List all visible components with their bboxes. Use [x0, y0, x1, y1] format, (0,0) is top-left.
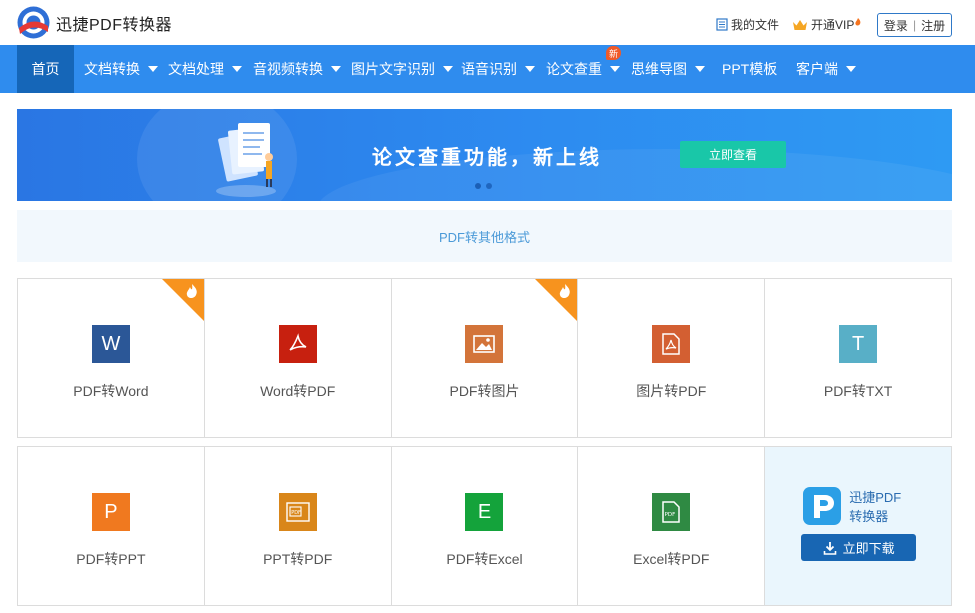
- tool-label: PPT转PDF: [263, 551, 333, 567]
- nav-ppt-template[interactable]: PPT模板: [722, 45, 777, 93]
- chevron-down-icon: [331, 66, 341, 72]
- my-files-label: 我的文件: [731, 18, 780, 32]
- tool-card-excel-to-pdf[interactable]: PDF Excel转PDF: [578, 447, 766, 605]
- download-app-card: 迅捷PDF 转换器 立即下载: [765, 447, 951, 605]
- register-link[interactable]: 注册: [921, 17, 945, 34]
- hot-corner-icon: [535, 279, 578, 321]
- nav-doc-convert-label: 文档转换: [84, 61, 140, 77]
- chevron-down-icon: [846, 66, 856, 72]
- nav-mindmap-label: 思维导图: [631, 61, 687, 77]
- app-p-logo-icon: [803, 487, 842, 525]
- nav-ocr-label: 图片文字识别: [351, 61, 435, 77]
- vip-label: 开通VIP: [811, 18, 855, 32]
- text-icon: T: [839, 325, 878, 363]
- chevron-down-icon: [525, 66, 535, 72]
- document-icon: [716, 18, 728, 31]
- auth-separator: |: [912, 18, 917, 32]
- svg-text:PDF: PDF: [291, 510, 301, 516]
- tool-label: PDF转图片: [449, 383, 520, 399]
- nav-plagiarism-label: 论文查重: [546, 61, 602, 77]
- documents-illustration-icon: [216, 123, 276, 197]
- svg-text:PDF: PDF: [665, 512, 676, 518]
- section-title: PDF转其他格式: [438, 229, 530, 245]
- nav-home[interactable]: 首页: [17, 45, 74, 93]
- top-header: 迅捷PDF转换器 我的文件 开通VIP 登录 | 注册: [0, 0, 975, 45]
- chevron-down-icon: [610, 66, 620, 72]
- tool-label: PDF转Excel: [446, 551, 523, 567]
- tool-card-pdf-to-ppt[interactable]: P PDF转PPT: [18, 447, 205, 605]
- tool-card-pdf-to-image[interactable]: PDF转图片: [392, 279, 579, 437]
- download-now-button[interactable]: 立即下载: [801, 534, 917, 561]
- nav-av-convert[interactable]: 音视频转换: [253, 45, 341, 93]
- tool-card-ppt-to-pdf[interactable]: PDF PPT转PDF: [205, 447, 392, 605]
- download-app-name-line2: 转换器: [849, 509, 889, 524]
- nav-ppt-template-label: PPT模板: [722, 61, 778, 77]
- tool-grid-row: P PDF转PPT PDF PPT转PDF E PDF转Excel PDF Ex…: [17, 446, 952, 606]
- app-title[interactable]: 迅捷PDF转换器: [56, 11, 172, 35]
- download-icon: [823, 541, 836, 555]
- download-app-name-line1: 迅捷PDF: [849, 490, 902, 505]
- nav-doc-process[interactable]: 文档处理: [168, 45, 242, 93]
- tool-label: Excel转PDF: [633, 551, 710, 567]
- ppt-pdf-icon: PDF: [278, 493, 317, 531]
- banner-headline: 论文查重功能，新上线: [372, 147, 602, 169]
- carousel-dot-active[interactable]: [475, 183, 481, 189]
- excel-icon: E: [465, 493, 504, 531]
- pdf-document-icon: [652, 325, 691, 363]
- carousel-dots: [475, 183, 492, 189]
- nav-client[interactable]: 客户端: [796, 45, 856, 93]
- tool-card-pdf-to-word[interactable]: W PDF转Word: [18, 279, 205, 437]
- nav-home-label: 首页: [31, 61, 60, 77]
- tool-card-image-to-pdf[interactable]: 图片转PDF: [578, 279, 766, 437]
- my-files-link[interactable]: 我的文件: [716, 16, 779, 33]
- tool-card-pdf-to-txt[interactable]: T PDF转TXT: [765, 279, 951, 437]
- nav-av-convert-label: 音视频转换: [253, 61, 323, 77]
- chevron-down-icon: [695, 66, 705, 72]
- promo-banner[interactable]: 论文查重功能，新上线 立即查看: [17, 109, 952, 201]
- main-nav: 首页 文档转换 文档处理 音视频转换 图片文字识别 语音识别 论文查重 思维导图…: [0, 45, 975, 93]
- crown-icon: [793, 19, 807, 30]
- pdf-icon: [278, 325, 317, 363]
- image-icon: [465, 325, 504, 363]
- tool-label: PDF转TXT: [823, 383, 893, 399]
- tool-label: PDF转PPT: [76, 551, 146, 567]
- nav-client-label: 客户端: [796, 61, 838, 77]
- word-icon: W: [91, 325, 130, 363]
- tool-card-pdf-to-excel[interactable]: E PDF转Excel: [392, 447, 579, 605]
- hot-corner-icon: [161, 279, 204, 321]
- tool-label: 图片转PDF: [636, 383, 707, 399]
- nav-doc-convert[interactable]: 文档转换: [84, 45, 158, 93]
- nav-doc-process-label: 文档处理: [168, 61, 224, 77]
- app-logo-icon[interactable]: [17, 6, 50, 39]
- chevron-down-icon: [443, 66, 453, 72]
- chevron-down-icon: [148, 66, 158, 72]
- download-app-name: 迅捷PDF 转换器: [849, 488, 901, 526]
- chevron-down-icon: [232, 66, 242, 72]
- tool-label: Word转PDF: [260, 383, 336, 399]
- new-badge: 新: [606, 46, 621, 60]
- nav-ocr[interactable]: 图片文字识别: [351, 45, 453, 93]
- view-now-button[interactable]: 立即查看: [680, 141, 786, 168]
- tool-label: PDF转Word: [73, 383, 149, 399]
- powerpoint-icon: P: [91, 493, 130, 531]
- vip-link[interactable]: 开通VIP: [792, 16, 861, 33]
- download-now-label: 立即下载: [842, 541, 895, 556]
- tool-grid-row: W PDF转Word Word转PDF PDF转图片 图片转PDF T PDF转…: [17, 278, 952, 438]
- flame-icon: [855, 17, 861, 25]
- nav-mindmap[interactable]: 思维导图: [631, 45, 705, 93]
- login-link[interactable]: 登录: [884, 17, 908, 34]
- nav-speech[interactable]: 语音识别: [461, 45, 535, 93]
- auth-box: 登录 | 注册: [877, 13, 952, 37]
- section-header: PDF转其他格式: [17, 210, 952, 262]
- carousel-dot[interactable]: [486, 183, 492, 189]
- nav-speech-label: 语音识别: [461, 61, 517, 77]
- pdf-file-icon: PDF: [652, 493, 691, 531]
- tool-card-word-to-pdf[interactable]: Word转PDF: [205, 279, 392, 437]
